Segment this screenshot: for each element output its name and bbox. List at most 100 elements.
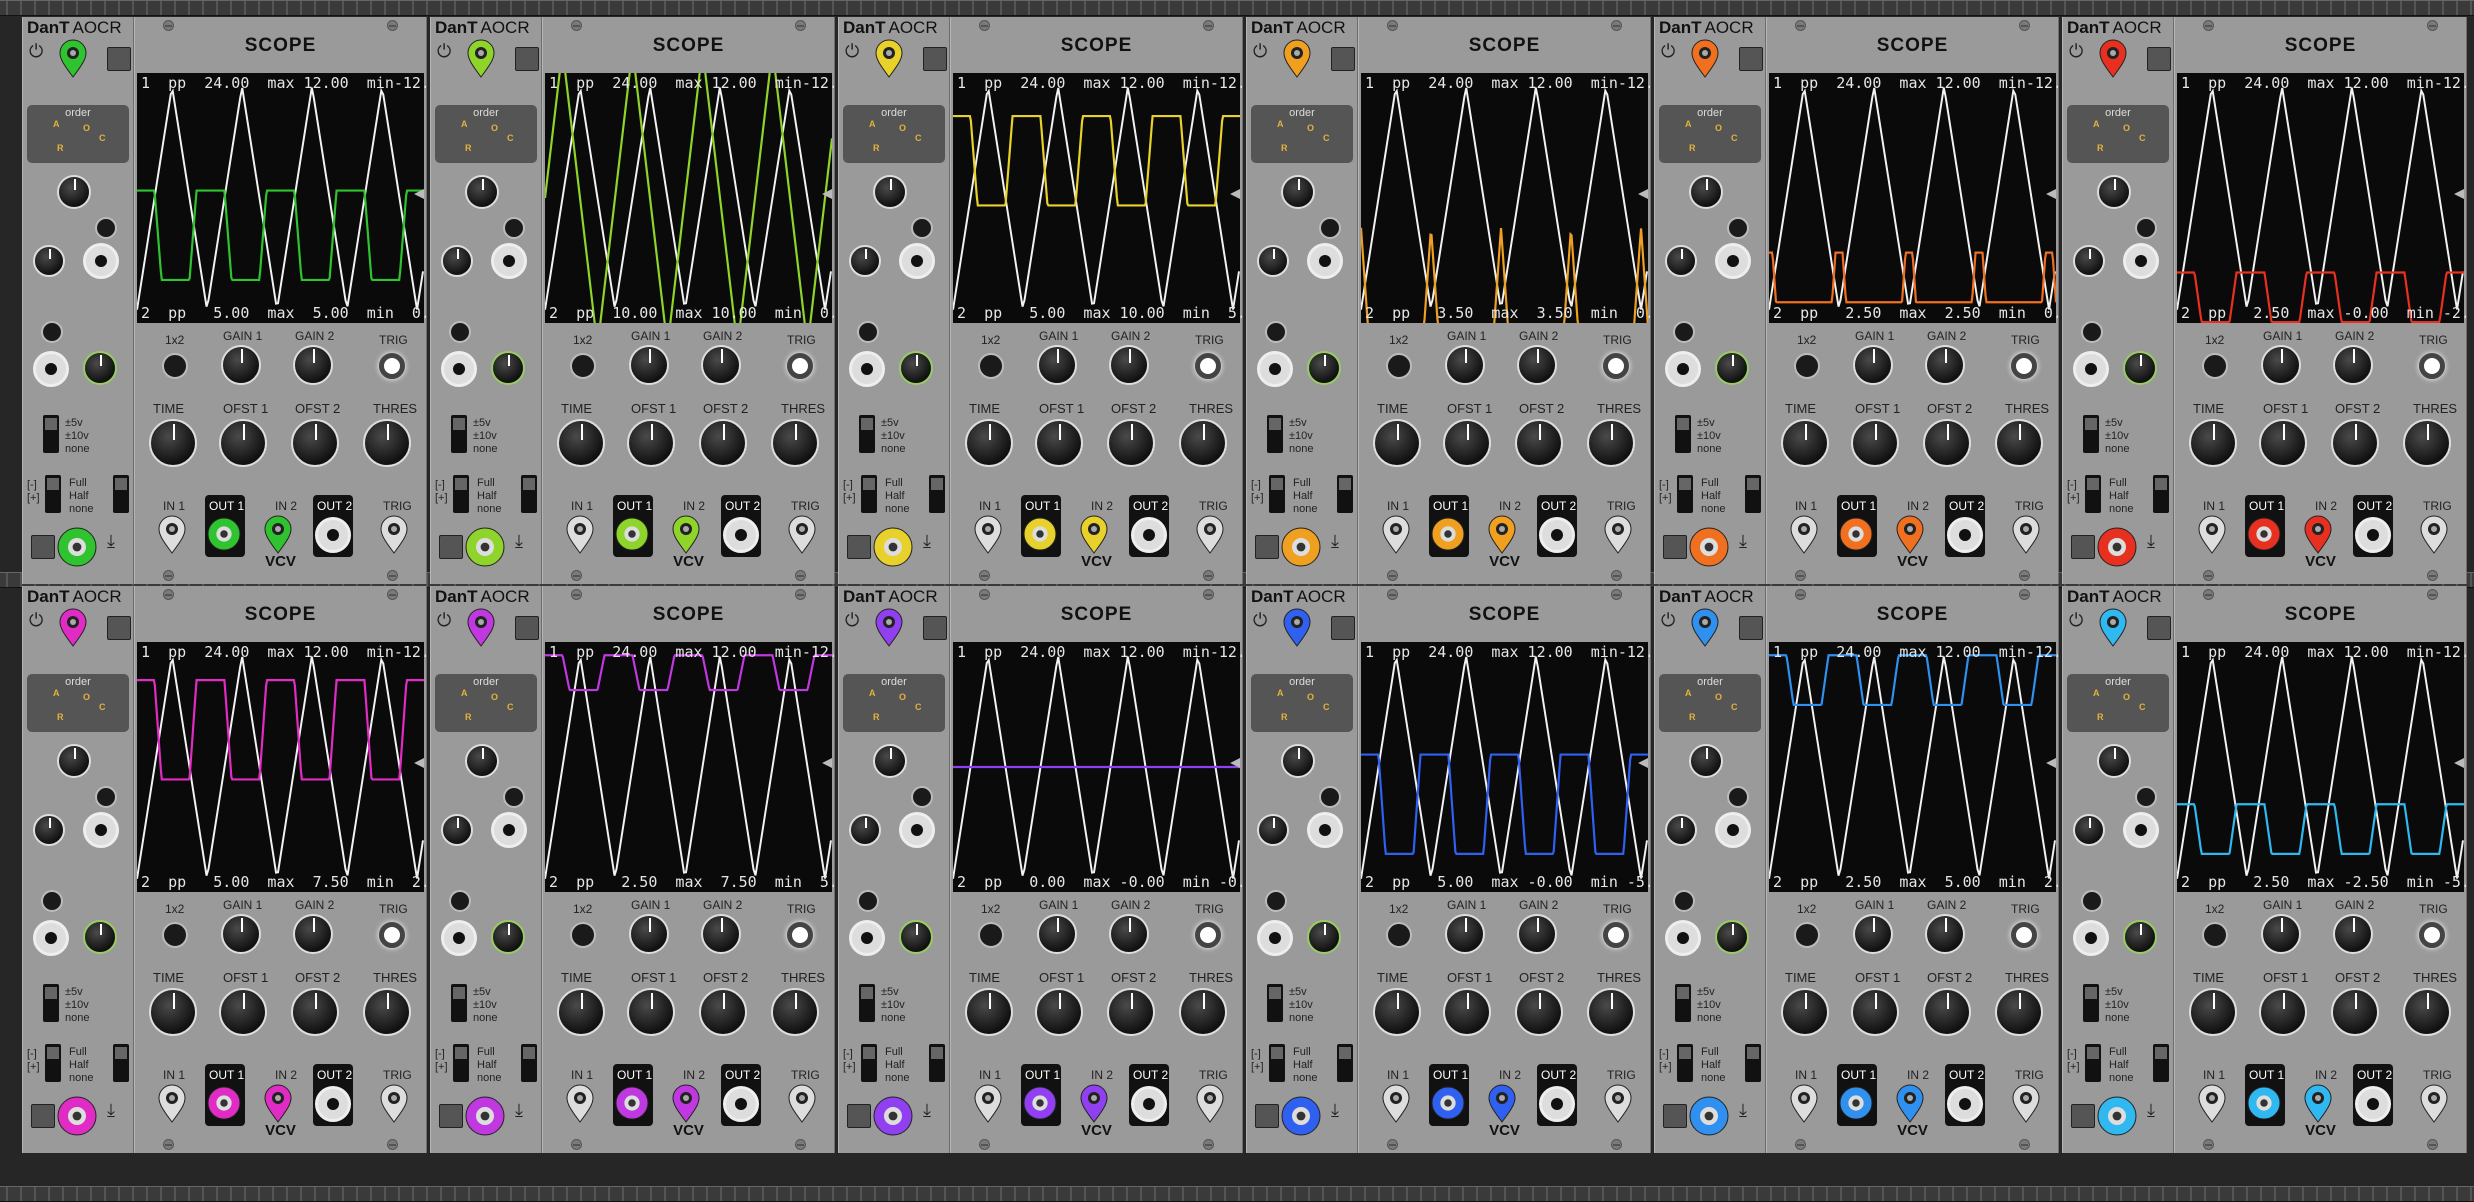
gain1-knob[interactable] [221,345,261,385]
aocr-cable-plug-top[interactable] [1282,39,1312,79]
mode-switch-2[interactable] [113,475,129,513]
mode-switch-2[interactable] [1337,475,1353,513]
gain1-knob[interactable] [1445,914,1485,954]
in2-cable-plug[interactable] [263,515,293,555]
power-icon[interactable]: ⏻ [845,41,859,62]
range-switch[interactable] [451,415,467,453]
trig-button[interactable] [787,353,813,379]
order-knob[interactable] [2097,175,2131,209]
aocr-cable-plug-top[interactable] [1690,39,1720,79]
time-knob[interactable] [149,988,197,1036]
in1-cable-plug[interactable] [2197,1084,2227,1124]
small-button[interactable] [1727,786,1749,808]
trig-button[interactable] [1603,922,1629,948]
square-button[interactable] [2147,47,2171,71]
ofst2-knob[interactable] [1515,419,1563,467]
mode-switch[interactable] [2085,1044,2101,1082]
ofst1-knob[interactable] [1851,988,1899,1036]
ofst2-knob[interactable] [1923,419,1971,467]
order-knob[interactable] [1281,744,1315,778]
small-button[interactable] [41,890,63,912]
in1-cable-plug[interactable] [1381,1084,1411,1124]
order-knob[interactable] [465,175,499,209]
small-button[interactable] [911,217,933,239]
out2-jack[interactable] [723,1086,759,1122]
gain1-knob[interactable] [1853,914,1893,954]
out2-jack[interactable] [315,1086,351,1122]
small-button[interactable] [2081,321,2103,343]
square-button[interactable] [1739,47,1763,71]
thres-knob[interactable] [1995,419,2043,467]
in2-cable-plug[interactable] [2303,1084,2333,1124]
gain2-knob[interactable] [1109,914,1149,954]
trig-in-cable-plug[interactable] [1603,1084,1633,1124]
thres-knob[interactable] [1179,988,1227,1036]
amount-knob[interactable] [491,351,525,385]
gain1-knob[interactable] [1037,345,1077,385]
mode-switch-2[interactable] [2153,475,2169,513]
in1-cable-plug[interactable] [157,1084,187,1124]
square-button[interactable] [31,1104,55,1128]
aocr-output-cable[interactable] [873,527,913,567]
trig-in-cable-plug[interactable] [1603,515,1633,555]
download-icon[interactable]: ⤓ [1739,1100,1747,1121]
small-button[interactable] [1673,890,1695,912]
out1-cable[interactable] [1431,1086,1465,1120]
cv-jack[interactable] [1665,351,1701,387]
small-button[interactable] [857,890,879,912]
range-switch[interactable] [859,984,875,1022]
in1-cable-plug[interactable] [565,515,595,555]
cv-jack[interactable] [2073,920,2109,956]
out1-cable[interactable] [2247,517,2281,551]
amount-knob[interactable] [1715,920,1749,954]
in1-cable-plug[interactable] [973,515,1003,555]
x2-button[interactable] [1794,353,1820,379]
range-switch[interactable] [1675,984,1691,1022]
mode-switch[interactable] [1269,1044,1285,1082]
aocr-output-cable[interactable] [465,1096,505,1136]
ofst1-knob[interactable] [1035,419,1083,467]
small-button[interactable] [2081,890,2103,912]
square-button[interactable] [847,1104,871,1128]
x2-button[interactable] [162,353,188,379]
time-knob[interactable] [1373,419,1421,467]
in2-cable-plug[interactable] [1895,515,1925,555]
small-button[interactable] [1265,321,1287,343]
trig-in-cable-plug[interactable] [2419,515,2449,555]
ofst1-knob[interactable] [1443,988,1491,1036]
small-button[interactable] [857,321,879,343]
small-button[interactable] [1265,890,1287,912]
order-knob[interactable] [2097,744,2131,778]
aocr-cable-plug-top[interactable] [874,39,904,79]
x2-button[interactable] [2202,922,2228,948]
ofst2-knob[interactable] [291,419,339,467]
order-knob[interactable] [57,175,91,209]
gain2-knob[interactable] [1517,345,1557,385]
mode-switch-2[interactable] [929,1044,945,1082]
square-button[interactable] [1255,1104,1279,1128]
time-knob[interactable] [1781,988,1829,1036]
square-button[interactable] [107,616,131,640]
in1-cable-plug[interactable] [1789,1084,1819,1124]
power-icon[interactable]: ⏻ [1661,610,1675,631]
time-knob[interactable] [149,419,197,467]
order-knob[interactable] [873,175,907,209]
in2-cable-plug[interactable] [1079,1084,1109,1124]
gain2-knob[interactable] [1925,345,1965,385]
amount-knob[interactable] [2123,351,2157,385]
out1-cable[interactable] [615,1086,649,1120]
trig-in-cable-plug[interactable] [1195,515,1225,555]
power-icon[interactable]: ⏻ [2069,41,2083,62]
square-button[interactable] [439,535,463,559]
cv-jack[interactable] [83,812,119,848]
cv-jack[interactable] [33,351,69,387]
small-button[interactable] [449,890,471,912]
aocr-cable-plug-top[interactable] [2098,608,2128,648]
ofst1-knob[interactable] [627,988,675,1036]
download-icon[interactable]: ⤓ [2147,1100,2155,1121]
thres-knob[interactable] [771,988,819,1036]
cv-jack[interactable] [441,920,477,956]
in2-cable-plug[interactable] [2303,515,2333,555]
cv-jack[interactable] [849,351,885,387]
amount-knob[interactable] [491,920,525,954]
